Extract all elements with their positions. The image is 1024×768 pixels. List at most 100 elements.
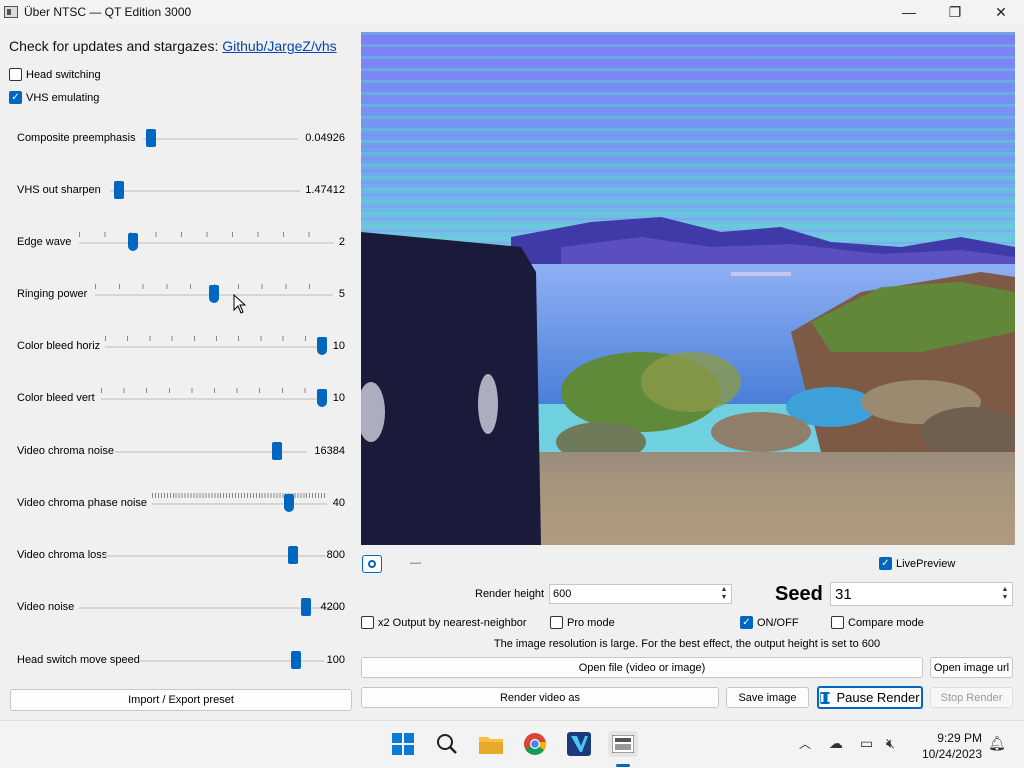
chrome-icon[interactable] bbox=[522, 731, 548, 757]
open-file-button[interactable]: Open file (video or image) bbox=[361, 657, 923, 678]
on-off-checkbox[interactable]: ✓ ON/OFF bbox=[740, 616, 799, 629]
slider-value: 100 bbox=[326, 654, 345, 666]
save-image-button[interactable]: Save image bbox=[726, 687, 809, 708]
slider-handle[interactable] bbox=[291, 651, 302, 669]
slider-track[interactable] bbox=[110, 190, 300, 192]
vhs-emulating-label: VHS emulating bbox=[26, 91, 100, 104]
render-height-value[interactable]: 600 bbox=[550, 588, 571, 600]
slider-label: Video chroma noise bbox=[17, 445, 115, 457]
slider-track[interactable] bbox=[105, 346, 327, 348]
clock[interactable]: 9:29 PM 10/24/2023 bbox=[922, 730, 982, 762]
checkmark-icon[interactable]: ✓ bbox=[9, 91, 22, 104]
on-off-label: ON/OFF bbox=[757, 616, 799, 629]
pro-mode-label: Pro mode bbox=[567, 616, 615, 629]
checkbox-box[interactable] bbox=[831, 616, 844, 629]
slider-label: Color bleed vert bbox=[17, 392, 95, 404]
clock-time: 9:29 PM bbox=[937, 731, 982, 745]
slider-handle[interactable] bbox=[300, 598, 311, 616]
x2-output-checkbox[interactable]: x2 Output by nearest-neighbor bbox=[361, 616, 527, 629]
slider-handle[interactable] bbox=[113, 181, 124, 199]
slider-row: Color bleed horiz 10 bbox=[17, 336, 347, 356]
checkbox-box[interactable] bbox=[361, 616, 374, 629]
title-bar: Über NTSC — QT Edition 3000 — ❐ ✕ bbox=[0, 0, 1024, 24]
stop-render-button[interactable]: Stop Render bbox=[930, 687, 1013, 708]
x2-output-label: x2 Output by nearest-neighbor bbox=[378, 616, 527, 629]
editor-icon[interactable] bbox=[566, 731, 592, 757]
slider-value: 16384 bbox=[314, 445, 345, 457]
network-icon[interactable]: ▭ bbox=[860, 735, 873, 752]
active-app-indicator bbox=[616, 764, 630, 767]
notification-bell-icon[interactable]: 🔔︎ bbox=[988, 735, 1006, 752]
render-height-spinbox[interactable]: 600 ▲ ▼ bbox=[549, 584, 732, 604]
close-button[interactable]: ✕ bbox=[978, 0, 1024, 24]
clock-date: 10/24/2023 bbox=[921, 747, 982, 761]
slider-row: Head switch move speed 100 bbox=[17, 650, 347, 670]
head-switching-checkbox[interactable]: Head switching bbox=[9, 68, 101, 81]
app-icon bbox=[4, 6, 18, 18]
slider-handle[interactable] bbox=[317, 337, 327, 355]
slider-value: 800 bbox=[326, 549, 345, 561]
render-video-button[interactable]: Render video as bbox=[361, 687, 719, 708]
slider-label: Video chroma loss bbox=[17, 549, 108, 561]
slider-handle[interactable] bbox=[271, 442, 282, 460]
vhs-emulating-checkbox[interactable]: ✓ VHS emulating bbox=[9, 91, 99, 104]
start-icon[interactable] bbox=[390, 731, 416, 757]
slider-label: Video chroma phase noise bbox=[17, 497, 148, 509]
import-export-preset-button[interactable]: Import / Export preset bbox=[10, 689, 352, 711]
slider-track[interactable] bbox=[79, 242, 334, 244]
checkmark-icon[interactable]: ✓ bbox=[740, 616, 753, 629]
slider-ticks bbox=[79, 232, 334, 237]
slider-value: 5 bbox=[338, 288, 345, 300]
slider-label: Head switch move speed bbox=[17, 654, 140, 666]
pause-icon: ❚❚ bbox=[818, 691, 833, 704]
slider-label: VHS out sharpen bbox=[17, 184, 101, 196]
slider-row: Video chroma phase noise 40 bbox=[17, 493, 347, 513]
checkmark-icon[interactable]: ✓ bbox=[879, 557, 892, 570]
compare-mode-label: Compare mode bbox=[848, 616, 924, 629]
record-icon[interactable] bbox=[362, 555, 382, 573]
seed-spinbox[interactable]: 31 ▲ ▼ bbox=[830, 582, 1013, 606]
pro-mode-checkbox[interactable]: Pro mode bbox=[550, 616, 615, 629]
progress-dash: — bbox=[410, 557, 421, 569]
open-image-url-button[interactable]: Open image url bbox=[930, 657, 1013, 678]
live-preview-checkbox[interactable]: ✓ LivePreview bbox=[879, 557, 955, 570]
github-link[interactable]: Github/JargeZ/vhs bbox=[222, 38, 336, 54]
seed-value[interactable]: 31 bbox=[831, 586, 852, 603]
file-explorer-icon[interactable] bbox=[478, 731, 504, 757]
slider-handle[interactable] bbox=[284, 494, 294, 512]
seed-label: Seed bbox=[775, 583, 823, 605]
ntsc-app-icon[interactable] bbox=[608, 731, 638, 757]
pause-render-label: Pause Render bbox=[836, 690, 920, 705]
window-title: Über NTSC — QT Edition 3000 bbox=[24, 5, 192, 19]
slider-label: Ringing power bbox=[17, 288, 88, 300]
compare-mode-checkbox[interactable]: Compare mode bbox=[831, 616, 924, 629]
slider-handle[interactable] bbox=[209, 285, 219, 303]
slider-label: Composite preemphasis bbox=[17, 132, 136, 144]
slider-label: Color bleed horiz bbox=[17, 340, 101, 352]
chevron-up-icon[interactable]: ︿ bbox=[799, 735, 811, 752]
checkbox-box[interactable] bbox=[550, 616, 563, 629]
onedrive-icon[interactable]: ☁ bbox=[829, 735, 843, 752]
slider-handle[interactable] bbox=[288, 546, 299, 564]
checkbox-box[interactable] bbox=[9, 68, 22, 81]
video-preview bbox=[361, 32, 1015, 545]
slider-handle[interactable] bbox=[145, 129, 156, 147]
slider-ticks bbox=[152, 493, 327, 498]
slider-handle[interactable] bbox=[317, 389, 327, 407]
slider-track[interactable] bbox=[152, 503, 327, 505]
slider-handle[interactable] bbox=[128, 233, 138, 251]
slider-track[interactable] bbox=[101, 398, 327, 400]
minimize-button[interactable]: — bbox=[886, 0, 932, 24]
search-icon[interactable] bbox=[434, 731, 460, 757]
spin-arrows-icon[interactable]: ▲ ▼ bbox=[998, 583, 1012, 605]
pause-render-button[interactable]: ❚❚ Pause Render bbox=[817, 686, 923, 709]
spin-arrows-icon[interactable]: ▲ ▼ bbox=[717, 585, 731, 603]
slider-track[interactable] bbox=[143, 138, 298, 140]
slider-label: Edge wave bbox=[17, 236, 72, 248]
slider-row: Ringing power 5 bbox=[17, 284, 347, 304]
head-switching-label: Head switching bbox=[26, 68, 101, 81]
live-preview-label: LivePreview bbox=[896, 557, 956, 570]
slider-value: 0.04926 bbox=[305, 132, 345, 144]
volume-icon[interactable]: 🔇︎ bbox=[886, 735, 895, 752]
maximize-button[interactable]: ❐ bbox=[932, 0, 978, 24]
